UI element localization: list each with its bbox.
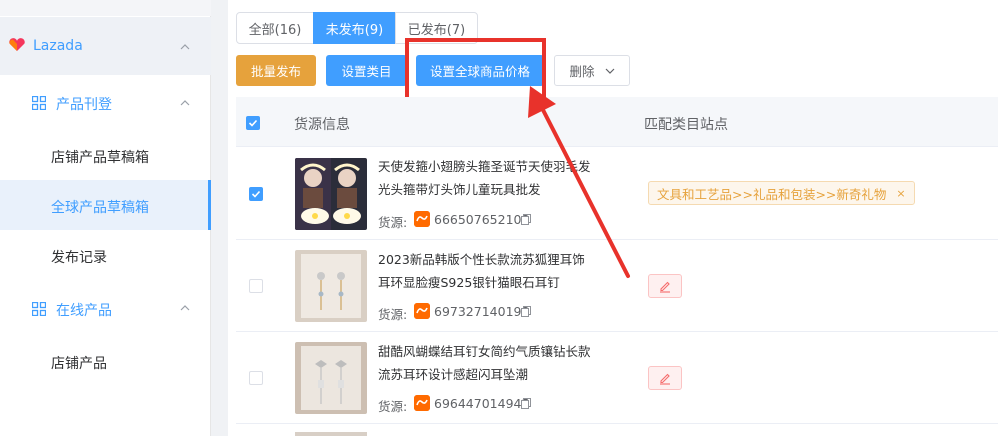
category-tag[interactable]: 文具和工艺品>>礼品和包装>>新奇礼物 × (648, 181, 915, 205)
sidebar-platform-label[interactable]: Lazada (33, 38, 83, 54)
1688-logo-icon (414, 211, 430, 227)
grid-icon (32, 302, 46, 316)
1688-logo-icon (414, 395, 430, 411)
product-title-line2[interactable]: 光头箍带灯头饰儿童玩具批发 (378, 178, 608, 201)
highlight-annotation-box (405, 38, 546, 102)
select-all-checkbox[interactable] (246, 116, 260, 130)
sidebar-group-online-products[interactable]: 在线产品 (56, 300, 112, 320)
sidebar-item-store-drafts[interactable]: 店铺产品草稿箱 (51, 147, 149, 167)
1688-logo-icon (414, 303, 430, 319)
copy-icon[interactable] (521, 214, 531, 225)
product-thumbnail[interactable] (295, 342, 367, 414)
column-header-category-site: 匹配类目站点 (644, 117, 728, 133)
edit-category-button[interactable] (648, 366, 682, 390)
sidebar-top-strip (0, 0, 211, 16)
delete-label: 删除 (569, 64, 595, 79)
product-title-line2[interactable]: 耳环显脸瘦S925银针猫眼石耳钉 (378, 271, 608, 294)
lazada-heart-icon (9, 38, 25, 51)
sidebar-item-store-products[interactable]: 店铺产品 (51, 353, 107, 373)
chevron-up-icon[interactable] (180, 98, 190, 108)
table-header (236, 97, 998, 147)
sidebar-item-global-drafts[interactable]: 全球产品草稿箱 (51, 197, 149, 217)
next-row-thumbnail-partial (295, 432, 367, 436)
close-icon[interactable]: × (896, 187, 905, 200)
row-checkbox[interactable] (249, 371, 263, 385)
product-title-line1[interactable]: 天使发箍小翅膀头箍圣诞节天使羽毛发 (378, 155, 608, 178)
category-tag-text: 文具和工艺品>>礼品和包装>>新奇礼物 (657, 186, 887, 202)
tab-unpublished[interactable]: 未发布(9) (313, 12, 396, 44)
chevron-down-icon (605, 68, 614, 74)
edit-category-button[interactable] (648, 274, 682, 298)
source-id[interactable]: 666507652108 (434, 212, 529, 227)
sidebar-item-publish-records[interactable]: 发布记录 (51, 247, 107, 267)
sidebar-group-product-listing[interactable]: 产品刊登 (56, 94, 112, 114)
product-title-line1[interactable]: 甜酷风蝴蝶结耳钉女简约气质镶钻长款 (378, 340, 608, 363)
source-label: 货源: (378, 215, 408, 230)
product-title-line2[interactable]: 流苏耳环设计感超闪耳坠潮 (378, 363, 608, 386)
edit-icon (660, 281, 670, 293)
grid-icon (32, 96, 46, 110)
source-id[interactable]: 696447014945 (434, 396, 529, 411)
product-thumbnail[interactable] (295, 250, 367, 322)
source-label: 货源: (378, 399, 408, 414)
chevron-up-icon[interactable] (180, 42, 190, 52)
copy-icon[interactable] (521, 306, 531, 317)
batch-publish-button[interactable]: 批量发布 (236, 55, 316, 86)
delete-dropdown-button[interactable]: 删除 (554, 55, 630, 86)
column-header-source: 货源信息 (294, 117, 350, 133)
source-id[interactable]: 697327140198 (434, 304, 529, 319)
product-title-line1[interactable]: 2023新品韩版个性长款流苏狐狸耳饰 (378, 248, 608, 271)
tab-all[interactable]: 全部(16) (236, 12, 314, 44)
row-checkbox[interactable] (249, 279, 263, 293)
source-label: 货源: (378, 307, 408, 322)
chevron-up-icon[interactable] (180, 303, 190, 313)
copy-icon[interactable] (521, 398, 531, 409)
product-thumbnail[interactable] (295, 158, 367, 230)
row-checkbox[interactable] (249, 187, 263, 201)
edit-icon (660, 373, 670, 385)
set-category-button[interactable]: 设置类目 (326, 55, 407, 86)
